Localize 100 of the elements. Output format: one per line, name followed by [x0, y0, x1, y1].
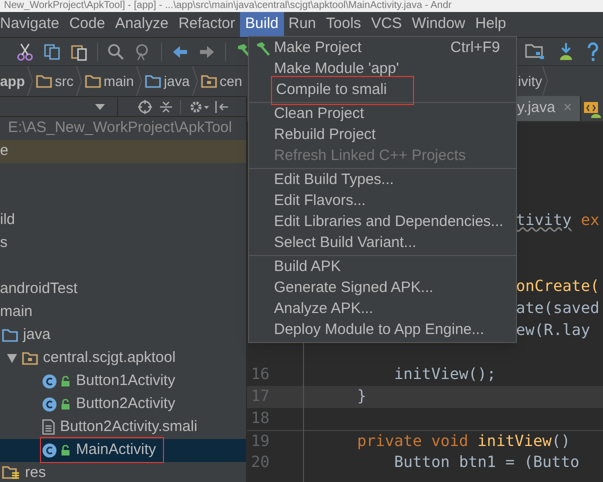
menu-option[interactable]: Select Build Variant...: [249, 233, 516, 254]
code-text: tivity ex: [516, 210, 600, 232]
collapse-icon[interactable]: [160, 100, 172, 114]
tree-row[interactable]: androidTest: [0, 278, 246, 300]
tree-row[interactable]: MainActivity: [0, 438, 246, 462]
chevron-icon: [136, 66, 142, 96]
chevron-icon: [26, 66, 33, 96]
folder-icon: [2, 328, 18, 342]
code-text: initView();: [393, 364, 496, 386]
menu-item[interactable]: Window: [406, 12, 470, 37]
menu-option[interactable]: Rebuild Project: [249, 125, 516, 146]
help-icon[interactable]: [587, 42, 599, 62]
lock-icon: [60, 376, 71, 386]
settings-icon[interactable]: [189, 100, 209, 114]
cut-icon[interactable]: [16, 42, 34, 60]
code-text: private void initView(): [356, 430, 570, 452]
project-structure-icon[interactable]: [525, 42, 545, 60]
folder-icon: [36, 74, 52, 88]
breadcrumb-item[interactable]: java: [164, 70, 190, 92]
tree-row[interactable]: java: [0, 324, 246, 346]
tree-row[interactable]: Button2Activity: [0, 392, 246, 416]
locate-icon[interactable]: [138, 100, 152, 114]
menu-option[interactable]: Analyze APK...: [249, 299, 516, 320]
tree-item-label: androidTest: [0, 278, 78, 299]
line-number: 18: [250, 408, 271, 430]
tree-row[interactable]: Button1Activity: [0, 370, 246, 392]
menu-option[interactable]: Clean Project: [249, 104, 516, 125]
tree-item-label: main: [0, 302, 33, 322]
line-number: 19: [250, 430, 271, 452]
file-icon: [42, 419, 55, 435]
hide-panel-icon[interactable]: [215, 100, 229, 114]
code-text: ew(R.lay: [516, 320, 590, 342]
breadcrumb-item[interactable]: ivity: [518, 70, 542, 92]
resource-folder-icon: [2, 466, 20, 480]
breadcrumb-item[interactable]: main: [104, 70, 134, 92]
menu-option[interactable]: Deploy Module to App Engine...: [249, 320, 516, 341]
menu-option[interactable]: Edit Build Types...: [249, 170, 516, 191]
menu-option[interactable]: Generate Signed APK...: [249, 278, 516, 299]
menu-item[interactable]: Help: [470, 12, 512, 37]
menu-option[interactable]: Edit Libraries and Dependencies...: [249, 212, 516, 233]
code-text: onCreate(: [516, 276, 600, 298]
tree-item-label: res: [25, 462, 46, 482]
menu-option[interactable]: Edit Flavors...: [249, 191, 516, 212]
tree-item-label: ild: [0, 210, 16, 230]
menu-option[interactable]: Build APK: [249, 257, 516, 278]
menu-item[interactable]: VCS: [366, 12, 407, 37]
tree-row[interactable]: main: [0, 300, 246, 324]
tree-row[interactable]: s: [0, 232, 246, 254]
line-number: 16: [250, 364, 271, 386]
breadcrumb-item[interactable]: app: [0, 70, 25, 92]
tree-row[interactable]: ild: [0, 208, 246, 232]
chevron-icon: [192, 66, 198, 96]
breadcrumb-item[interactable]: cen: [220, 70, 242, 92]
search-icon[interactable]: [107, 42, 125, 60]
lock-icon: [60, 398, 71, 410]
tree-row[interactable]: e: [0, 140, 246, 162]
expand-arrow-icon[interactable]: [7, 354, 17, 362]
tree-row[interactable]: Button2Activity.smali: [0, 416, 246, 438]
menu-item[interactable]: Run: [284, 12, 322, 37]
tree-item-label: Button2Activity.smali: [60, 416, 198, 437]
lock-icon: [60, 444, 71, 456]
layout-file-icon[interactable]: [583, 100, 601, 118]
tree-item-label: MainActivity: [76, 440, 156, 460]
folder-icon: [144, 74, 161, 88]
tree-item-label: central.scjgt.apktool: [43, 348, 176, 368]
dropdown-caret-icon[interactable]: [95, 104, 105, 110]
code-text: ate(saved: [516, 298, 600, 320]
tree-item-label: s: [0, 232, 8, 253]
code-text: }: [356, 386, 366, 408]
tree-item-label: Button2Activity: [76, 394, 176, 414]
package-icon: [22, 352, 38, 364]
code-text: Button btn1 = (Butto: [393, 452, 580, 474]
window-title: New_WorkProject\ApkTool] - [app] - ...\app\src\main\java\central\scjgt\apktool\MainActivity.java - Andr: [4, 0, 452, 12]
menu-item[interactable]: Analyze: [110, 12, 174, 37]
paste-icon[interactable]: [70, 42, 88, 60]
shortcut: Ctrl+F9: [450, 38, 500, 58]
copy-icon[interactable]: [43, 42, 61, 60]
menu-item[interactable]: Tools: [321, 12, 366, 37]
menu-item[interactable]: Code: [64, 12, 110, 37]
class-icon: [42, 442, 57, 458]
tree-item-label: java: [23, 324, 51, 345]
menu-item[interactable]: Navigate: [0, 12, 64, 37]
package-icon: [200, 74, 217, 88]
download-android-icon[interactable]: [557, 42, 575, 62]
editor-tab[interactable]: y.java ×: [515, 96, 581, 121]
tree-item-label: Button1Activity: [76, 370, 176, 391]
tree-row[interactable]: central.scjgt.apktool: [0, 346, 246, 370]
tree-item-label: e: [0, 140, 8, 161]
line-number: 20: [250, 452, 271, 474]
menu-item[interactable]: Build: [240, 12, 284, 37]
breadcrumb-item[interactable]: src: [54, 70, 74, 92]
chevron-icon: [76, 66, 82, 96]
class-icon: [42, 396, 57, 412]
project-path: E:\AS_New_WorkProject\ApkTool: [7, 118, 233, 138]
tree-row[interactable]: res: [0, 462, 246, 482]
folder-icon: [84, 74, 101, 88]
chevron-icon: [542, 66, 548, 96]
class-icon: [42, 374, 57, 388]
menu-item[interactable]: Refactor: [173, 12, 240, 37]
menu-option[interactable]: Make Module 'app': [249, 59, 516, 80]
